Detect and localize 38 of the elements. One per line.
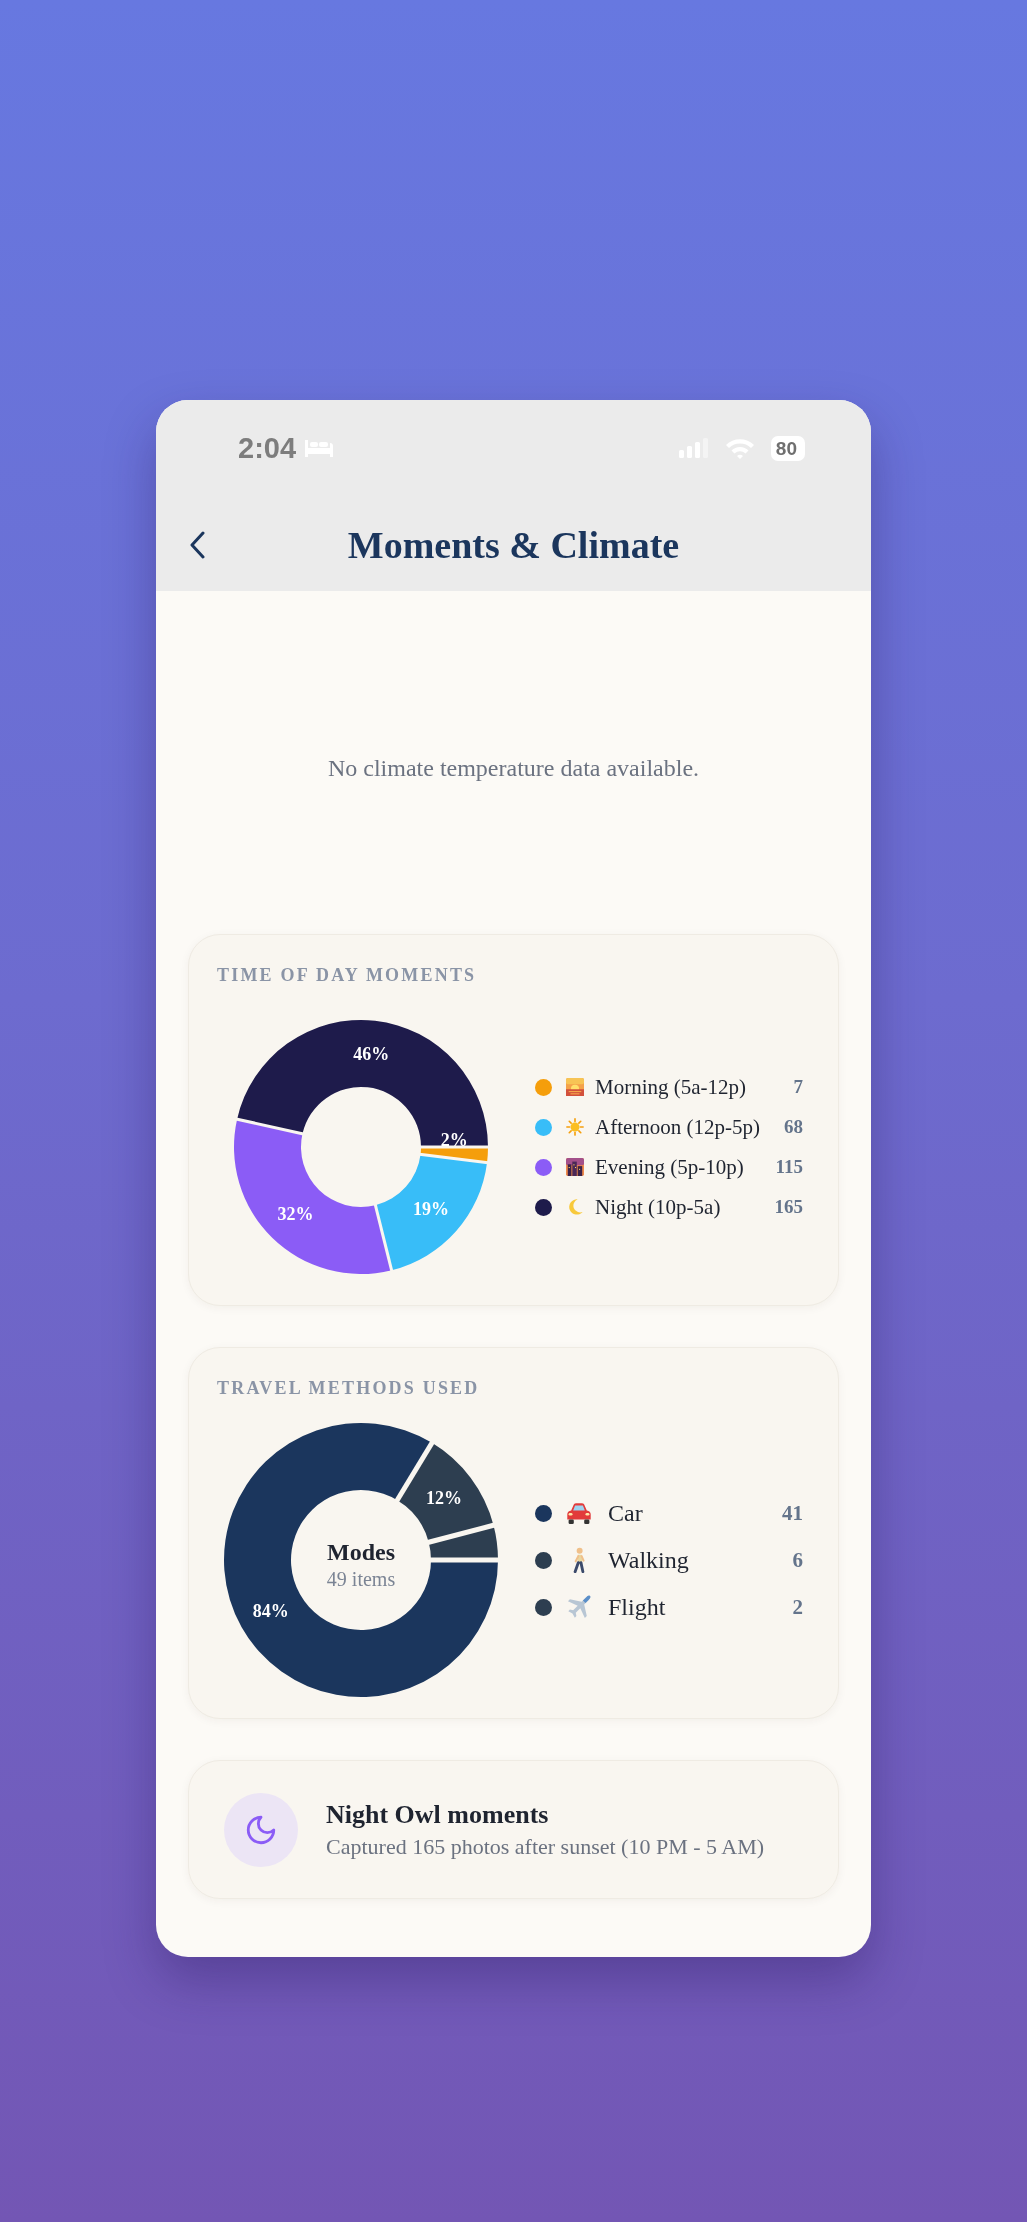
legend-count: 7 [793,1076,803,1098]
battery-indicator: 80 [770,435,805,461]
sun-icon [566,1118,584,1136]
card-title: TRAVEL METHODS USED [217,1377,481,1400]
empty-state-message: No climate temperature data available. [327,754,700,782]
legend-label: Morning (5a-12p) [595,1074,747,1100]
legend-count: 68 [784,1116,803,1138]
crescent-moon-icon [566,1198,584,1216]
legend-count: 165 [774,1196,803,1218]
legend-label: Walking [608,1546,689,1574]
legend-label: Night (10p-5a) [595,1194,721,1220]
chevron-left-icon [189,531,205,559]
legend-count: 115 [775,1156,803,1178]
percent-label: 12% [425,1488,462,1509]
highlight-description: Captured 165 photos after sunset (10 PM - 5 AM) [326,1834,765,1861]
legend-label: Flight [608,1593,666,1621]
back-button[interactable] [189,531,205,559]
city-dusk-icon [566,1158,584,1176]
percent-label: 19% [412,1199,449,1220]
chart-center-title: Modes [327,1539,395,1565]
car-icon [566,1500,592,1526]
card-title: TIME OF DAY MOMENTS [217,964,478,987]
percent-label: 2% [440,1129,468,1150]
percent-label: 84% [252,1600,289,1621]
chart-center-subtitle: 49 items [326,1568,396,1590]
legend-count: 2 [792,1594,803,1620]
sunrise-icon [566,1078,584,1096]
status-time: 2:04 [238,433,297,463]
legend-label: Afternoon (12p-5p) [595,1114,761,1140]
legend-count: 6 [792,1547,803,1573]
legend-count: 41 [782,1500,803,1526]
percent-label: 46% [353,1044,390,1065]
airplane-icon [566,1594,592,1620]
legend-label: Car [608,1499,643,1527]
legend-label: Evening (5p-10p) [595,1154,744,1180]
percent-label: 32% [277,1203,314,1224]
screen-title: Moments & Climate [347,523,680,567]
highlight-title: Night Owl moments [326,1798,550,1831]
